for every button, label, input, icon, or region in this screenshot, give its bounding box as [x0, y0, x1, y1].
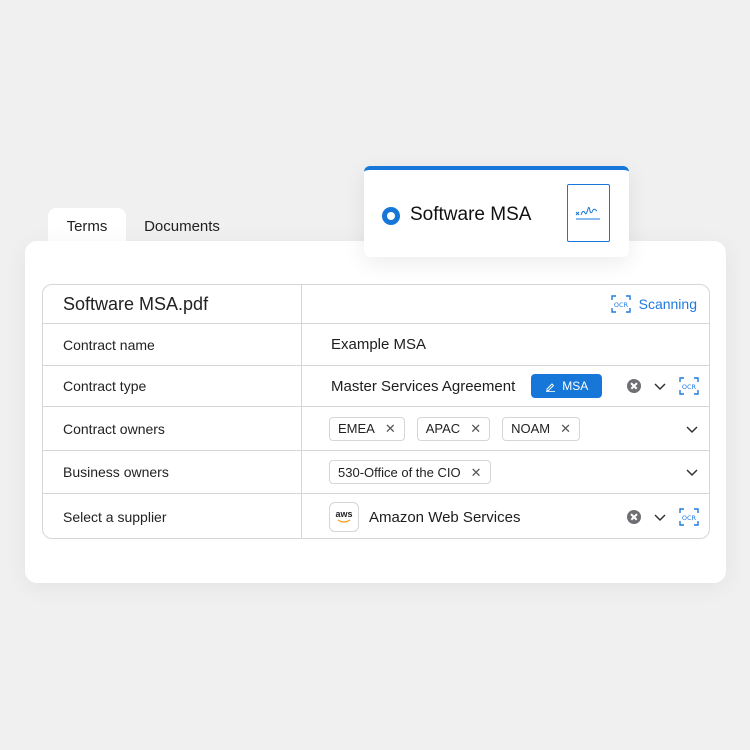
contract-owners-label: Contract owners — [43, 407, 302, 450]
supplier-label: Select a supplier — [43, 494, 302, 538]
signature-icon — [575, 206, 600, 220]
chip-remove-icon[interactable]: ✕ — [470, 422, 481, 435]
tab-terms-label: Terms — [66, 217, 108, 235]
signed-document-icon — [567, 184, 610, 242]
contract-owners-controls — [685, 424, 699, 434]
scan-cell: OCR Scanning — [303, 285, 709, 323]
svg-text:OCR: OCR — [682, 383, 697, 391]
chip-remove-icon[interactable]: ✕ — [385, 422, 396, 435]
msa-badge-label: MSA — [562, 379, 589, 393]
contract-type-select[interactable]: Master Services Agreement MSA OCR — [303, 366, 709, 406]
selected-document-card[interactable]: Software MSA — [364, 166, 629, 257]
clear-icon[interactable] — [627, 510, 641, 524]
supplier-controls: OCR — [627, 508, 699, 526]
chevron-down-icon[interactable] — [685, 424, 699, 434]
row-supplier: Select a supplier aws Amazon Web Service… — [43, 494, 709, 538]
row-contract-type: Contract type Master Services Agreement … — [43, 366, 709, 407]
ocr-icon: OCR — [610, 295, 631, 313]
supplier-select[interactable]: aws Amazon Web Services OCR — [303, 494, 709, 538]
chevron-down-icon[interactable] — [653, 381, 667, 391]
chip-label: NOAM — [511, 421, 551, 436]
file-name: Software MSA.pdf — [43, 285, 302, 323]
contract-type-value: Master Services Agreement — [331, 377, 516, 395]
contract-name-value: Example MSA — [331, 336, 427, 353]
chevron-down-icon[interactable] — [685, 467, 699, 477]
owner-chip: APAC ✕ — [416, 416, 491, 441]
radio-selected-icon[interactable] — [382, 207, 400, 225]
contract-terms-table: Software MSA.pdf OCR Scanning Contract n… — [42, 284, 710, 539]
chevron-down-icon[interactable] — [653, 512, 667, 522]
chip-remove-icon[interactable]: ✕ — [560, 422, 571, 435]
contract-name-label: Contract name — [43, 324, 302, 365]
signature-pen-icon — [546, 382, 556, 392]
owner-chip: EMEA ✕ — [329, 416, 405, 441]
svg-text:OCR: OCR — [614, 301, 629, 309]
tab-documents[interactable]: Documents — [128, 208, 236, 244]
contract-type-label: Contract type — [43, 366, 302, 406]
chip-label: EMEA — [338, 421, 375, 436]
scanning-label: Scanning — [638, 296, 697, 312]
ocr-icon[interactable]: OCR — [679, 508, 699, 526]
owner-chip: NOAM ✕ — [502, 416, 580, 441]
contract-owners-select[interactable]: EMEA ✕ APAC ✕ NOAM ✕ — [303, 407, 709, 450]
svg-text:OCR: OCR — [682, 514, 697, 522]
contract-type-controls: OCR — [627, 377, 699, 395]
row-business-owners: Business owners 530-Office of the CIO ✕ — [43, 451, 709, 494]
business-owner-chip: 530-Office of the CIO ✕ — [329, 460, 491, 484]
row-contract-name: Contract name Example MSA — [43, 324, 709, 366]
aws-logo: aws — [329, 502, 359, 532]
row-contract-owners: Contract owners EMEA ✕ APAC ✕ NOAM ✕ — [43, 407, 709, 451]
business-owners-select[interactable]: 530-Office of the CIO ✕ — [303, 451, 709, 493]
ocr-icon[interactable]: OCR — [679, 377, 699, 395]
clear-icon[interactable] — [627, 379, 641, 393]
msa-badge[interactable]: MSA — [531, 374, 603, 398]
chip-label: APAC — [425, 421, 461, 436]
business-owners-controls — [685, 467, 699, 477]
tab-terms[interactable]: Terms — [48, 208, 126, 244]
chip-label: 530-Office of the CIO — [338, 464, 461, 480]
table-header-row: Software MSA.pdf OCR Scanning — [43, 285, 709, 324]
contract-name-field[interactable]: Example MSA — [303, 324, 709, 365]
tab-documents-label: Documents — [144, 217, 220, 235]
aws-smile-icon — [337, 519, 351, 523]
scan-status: OCR Scanning — [610, 295, 697, 313]
supplier-value: Amazon Web Services — [369, 508, 521, 526]
business-owners-label: Business owners — [43, 451, 302, 493]
aws-logo-text: aws — [335, 509, 353, 519]
chip-remove-icon[interactable]: ✕ — [471, 466, 482, 479]
selected-document-title: Software MSA — [410, 204, 532, 225]
